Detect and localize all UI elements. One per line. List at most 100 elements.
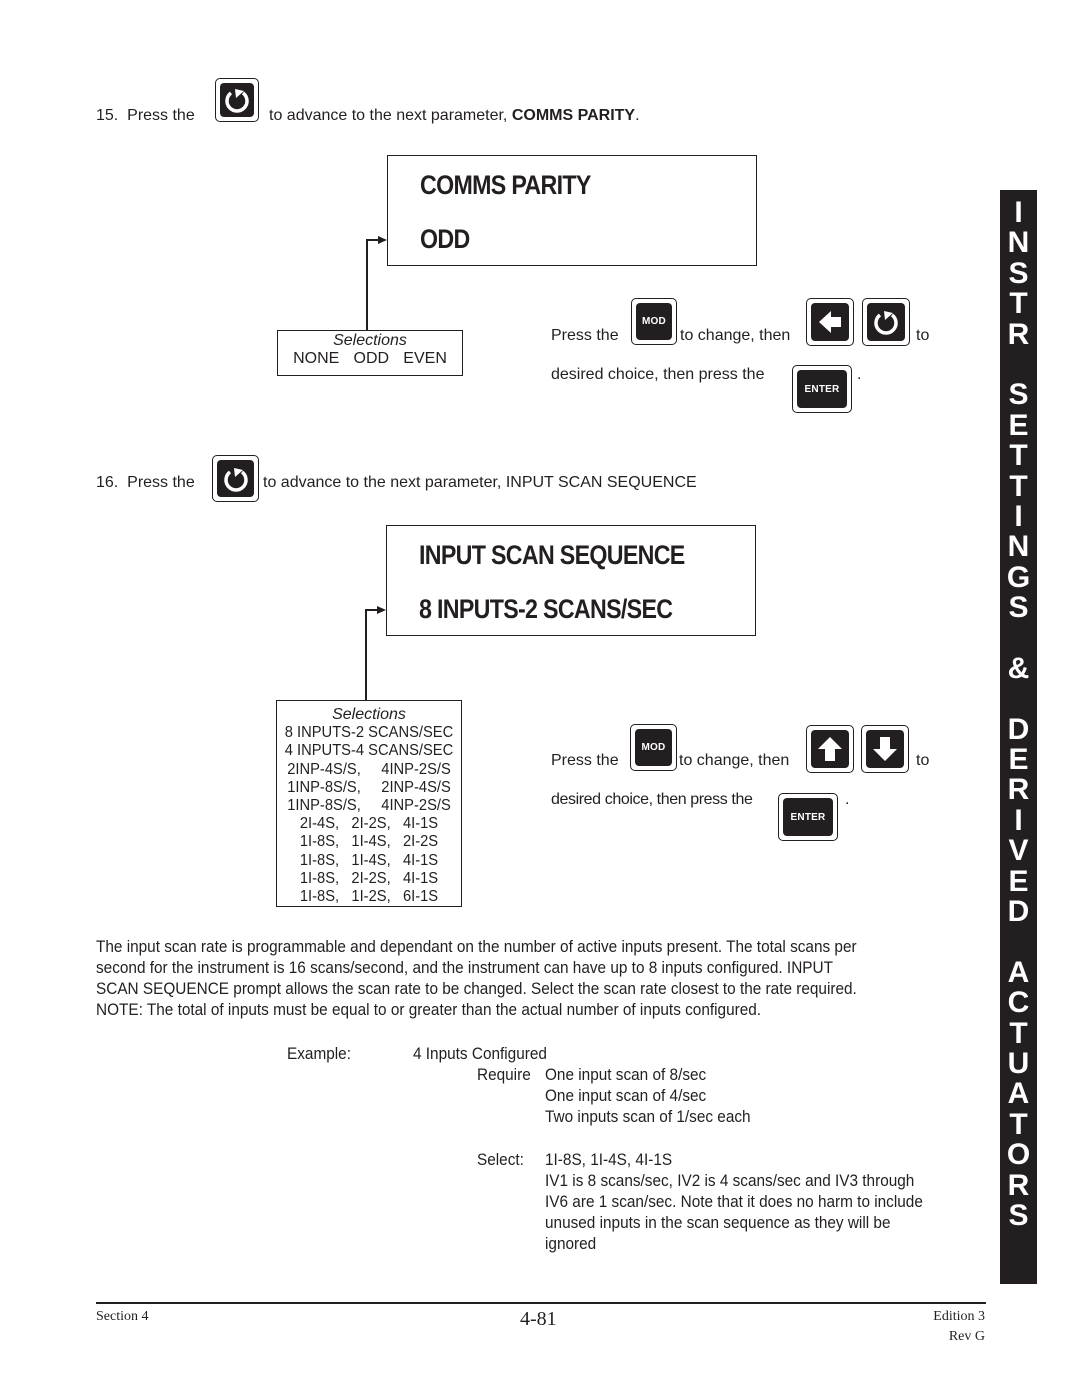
selection-option: 1I-8S, 2I-2S, 4I-1S (299, 869, 439, 887)
instruction-text: to (916, 752, 930, 769)
side-tab-letter: A (1007, 1077, 1030, 1111)
side-tab-letter: D (1007, 712, 1030, 746)
instruction-text: to (916, 327, 930, 344)
paragraph-line: second for the instrument is 16 scans/se… (96, 959, 833, 977)
explanation-line: unused inputs in the scan sequence as th… (545, 1214, 891, 1232)
side-tab-letter: D (1007, 894, 1030, 928)
advance-key-button[interactable] (862, 298, 910, 346)
selection-option: 1I-8S, 1I-2S, 6I-1S (299, 888, 439, 906)
explanation: IV1 is 8 scans/sec, IV2 is 4 scans/sec a… (545, 1171, 951, 1255)
example-label: Example: (287, 1045, 351, 1063)
display-line-1: COMMS PARITY (420, 170, 591, 200)
down-arrow-icon (873, 737, 897, 761)
selection-option: 8 INPUTS-2 SCANS/SEC (284, 724, 454, 742)
require-list: One input scan of 8/sec One input scan o… (545, 1065, 766, 1128)
side-tab-letter: O (1006, 1138, 1031, 1172)
instruction-text: to change, then (679, 752, 790, 769)
cycle-advance-icon (874, 311, 898, 335)
parameter-name: COMMS PARITY (511, 107, 636, 124)
section-side-tab: INSTR SETTINGS & DERIVED ACTUATORS (1000, 190, 1037, 1284)
mod-key-button[interactable]: MOD (631, 298, 677, 345)
selection-option: 1I-8S, 1I-4S, 4I-1S (299, 851, 439, 869)
mod-label: MOD (641, 742, 666, 753)
enter-key-button[interactable]: ENTER (792, 365, 852, 413)
example-configured: 4 Inputs Configured (413, 1045, 547, 1063)
display-line-2: 8 INPUTS-2 SCANS/SEC (419, 594, 673, 624)
footer-revision: Rev G (948, 1329, 985, 1344)
connector-line (365, 609, 367, 701)
require-line: One input scan of 4/sec (545, 1087, 707, 1105)
require-label: Require (477, 1066, 531, 1084)
side-tab-letter: I (1014, 499, 1023, 533)
side-tab-letter: N (1007, 226, 1030, 260)
step-16-text: 16. Press the (96, 473, 195, 492)
step-end: . (635, 107, 640, 124)
selection-option: 2INP-4S/S, 4INP-2S/S (287, 760, 451, 778)
instruction-text: desired choice, then press the (551, 366, 765, 383)
select-value: 1I-8S, 1I-4S, 4I-1S (545, 1151, 673, 1169)
side-tab-letter (1007, 623, 1030, 653)
side-tab-letter: C (1007, 986, 1030, 1020)
side-tab-letter: S (1008, 256, 1029, 290)
side-tab-letter: R (1007, 1168, 1030, 1202)
up-arrow-key-button[interactable] (806, 725, 854, 773)
side-tab-letter: A (1007, 955, 1030, 989)
display-line-2: ODD (420, 224, 470, 254)
footer-page-number: 4-81 (520, 1308, 557, 1330)
mod-label: MOD (642, 316, 666, 327)
footer-rule (96, 1302, 986, 1304)
instruction-text: to change, then (680, 327, 791, 344)
step-number: 16. (96, 474, 119, 491)
selection-option: 1INP-8S/S, 2INP-4S/S (287, 778, 451, 796)
side-tab-letter: R (1007, 317, 1030, 351)
side-tab-letter: E (1008, 408, 1029, 442)
selections-title: Selections (332, 706, 406, 723)
advance-key-button[interactable] (215, 78, 259, 122)
selection-option: 1I-8S, 1I-4S, 2I-2S (299, 833, 439, 851)
instruction-text: Press the (551, 327, 619, 344)
selections-box-scan-sequence: Selections 8 INPUTS-2 SCANS/SEC 4 INPUTS… (276, 700, 462, 907)
step-prefix: Press the (127, 107, 195, 124)
cycle-advance-icon (225, 89, 249, 113)
side-tab-letter: T (1009, 469, 1028, 503)
up-arrow-icon (818, 737, 842, 761)
side-tab-letter: S (1008, 378, 1029, 412)
side-tab-letter: G (1006, 560, 1031, 594)
side-tab-letter: T (1009, 1107, 1028, 1141)
side-tab-letter (1007, 927, 1030, 957)
selections-box-parity: Selections NONE ODD EVEN (277, 330, 463, 376)
enter-label: ENTER (790, 811, 826, 823)
left-arrow-icon (819, 311, 841, 333)
left-arrow-key-button[interactable] (806, 298, 854, 346)
side-tab-letter: I (1014, 803, 1023, 837)
side-tab-letter: I (1014, 196, 1023, 229)
side-tab-letter: & (1007, 651, 1030, 685)
selection-option: 2I-4S, 2I-2S, 4I-1S (299, 815, 439, 833)
require-line: Two inputs scan of 1/sec each (545, 1108, 751, 1126)
arrow-head-icon (378, 236, 387, 244)
enter-label: ENTER (804, 383, 840, 395)
instruction-text: . (845, 791, 850, 808)
side-tab-letter: E (1008, 743, 1029, 777)
side-tab-letter: R (1007, 773, 1030, 807)
explanation-line: IV6 are 1 scan/sec. Note that it does no… (545, 1193, 923, 1211)
selection-option: 4 INPUTS-4 SCANS/SEC (284, 742, 454, 760)
select-label: Select: (477, 1151, 524, 1169)
selections-title: Selections (333, 332, 407, 349)
advance-key-button[interactable] (212, 455, 259, 502)
footer-section: Section 4 (96, 1309, 149, 1324)
footer-edition: Edition 3 (933, 1309, 985, 1324)
down-arrow-key-button[interactable] (861, 725, 909, 773)
side-tab-letter (1007, 684, 1030, 714)
paragraph-line: The input scan rate is programmable and … (96, 938, 857, 956)
enter-key-button[interactable]: ENTER (778, 793, 838, 841)
instruction-text: desired choice, then press the (551, 791, 753, 808)
paragraph-line: NOTE: The total of inputs must be equal … (96, 1001, 762, 1019)
instruction-text: . (857, 366, 862, 383)
side-tab-letters: INSTR SETTINGS & DERIVED ACTUATORS (1006, 196, 1031, 1231)
side-tab-letter: S (1008, 591, 1029, 625)
side-tab-letter (1007, 350, 1030, 380)
selection-option: NONE (293, 350, 340, 368)
mod-key-button[interactable]: MOD (630, 724, 677, 771)
display-comms-parity: COMMS PARITY ODD (387, 155, 757, 266)
